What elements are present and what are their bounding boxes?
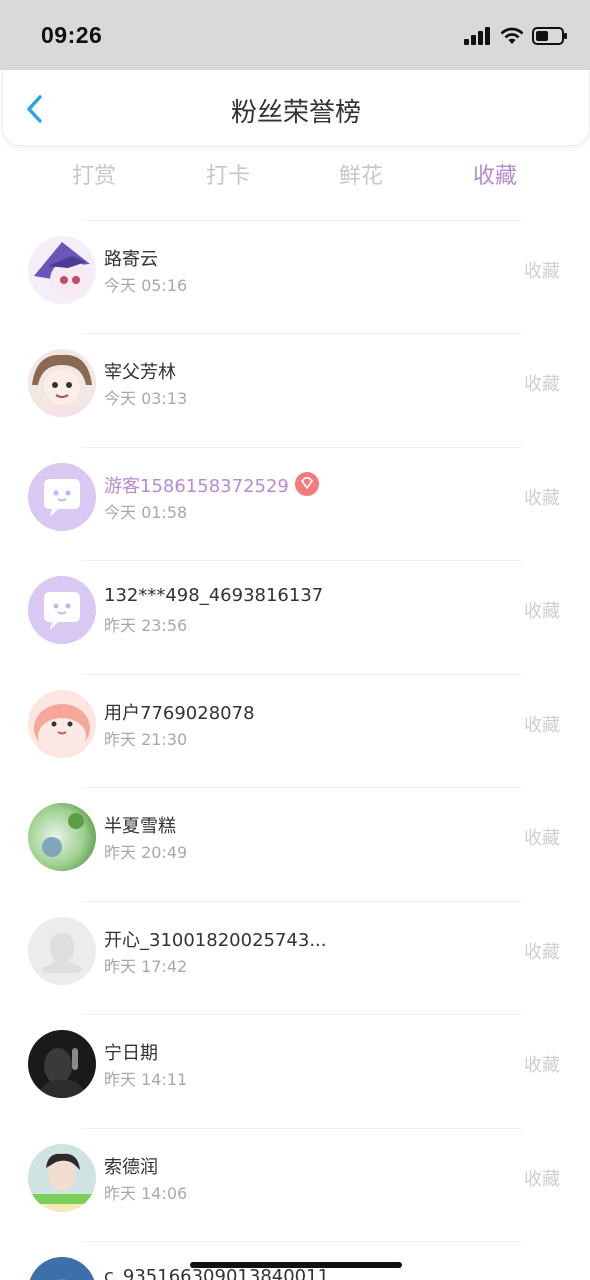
avatar[interactable] (28, 349, 96, 417)
avatar[interactable] (28, 576, 96, 644)
list-item[interactable]: 游客1586158372529 今天 01:58 收藏 (0, 447, 590, 560)
avatar[interactable] (28, 803, 96, 871)
avatar[interactable] (28, 917, 96, 985)
action-label: 收藏 (524, 828, 560, 849)
avatar[interactable] (28, 463, 96, 531)
fan-time: 今天 03:13 (104, 389, 188, 408)
fan-name: 半夏雪糕 (104, 816, 176, 837)
list-item[interactable]: 半夏雪糕 昨天 20:49 收藏 (0, 787, 590, 900)
battery-icon (532, 27, 567, 45)
avatar[interactable] (28, 1144, 96, 1212)
fan-time: 昨天 14:11 (104, 1070, 188, 1089)
fan-name: c_935166309013840011 (104, 1266, 330, 1280)
list-item[interactable]: 宁日期 昨天 14:11 收藏 (0, 1014, 590, 1127)
fan-time: 昨天 23:56 (104, 616, 188, 635)
fan-time: 昨天 17:42 (104, 957, 188, 976)
fan-time: 今天 01:58 (104, 503, 188, 522)
signal-icon (464, 27, 490, 45)
list-item[interactable]: 宰父芳林 今天 03:13 收藏 (0, 333, 590, 446)
fan-name: 宁日期 (104, 1043, 158, 1064)
fan-time: 昨天 21:30 (104, 730, 188, 749)
nav-bar: 粉丝荣誉榜 (2, 70, 590, 146)
status-bar: 09:26 (0, 0, 590, 70)
avatar[interactable] (28, 1257, 96, 1280)
fan-name: 开心_31001820025743... (104, 930, 327, 951)
avatar[interactable] (28, 236, 96, 304)
tab-flowers[interactable]: 鲜花 (321, 158, 401, 190)
diamond-badge-icon (294, 472, 319, 496)
tab-bar: 打赏 打卡 鲜花 收藏 (0, 150, 590, 200)
status-time: 09:26 (41, 22, 103, 48)
fan-name: 游客1586158372529 (104, 472, 319, 498)
fan-name: 用户7769028078 (104, 703, 255, 724)
fan-name: 宰父芳林 (104, 362, 176, 383)
fan-time: 昨天 14:06 (104, 1184, 188, 1203)
action-label: 收藏 (524, 488, 560, 509)
list-item[interactable]: 路寄云 今天 05:16 收藏 (0, 220, 590, 333)
fan-name-text: 游客1586158372529 (104, 476, 289, 497)
avatar[interactable] (28, 1030, 96, 1098)
action-label: 收藏 (524, 942, 560, 963)
fan-name: 路寄云 (104, 249, 158, 270)
page-title: 粉丝荣誉榜 (230, 98, 361, 128)
status-icons (464, 24, 568, 48)
fan-name: 索德润 (104, 1157, 158, 1178)
action-label: 收藏 (524, 374, 560, 395)
list-item[interactable]: c_935166309013840011 (0, 1241, 590, 1280)
wifi-icon (500, 27, 524, 44)
action-label: 收藏 (524, 715, 560, 736)
action-label: 收藏 (524, 1055, 560, 1076)
list-item[interactable]: 132***498_4693816137 昨天 23:56 收藏 (0, 560, 590, 673)
tab-reward[interactable]: 打赏 (54, 158, 134, 190)
fan-time: 昨天 20:49 (104, 843, 188, 862)
tab-favorites[interactable]: 收藏 (455, 158, 535, 190)
action-label: 收藏 (524, 601, 560, 622)
home-indicator (190, 1262, 402, 1268)
avatar[interactable] (28, 690, 96, 758)
tab-checkin[interactable]: 打卡 (188, 158, 268, 190)
list-item[interactable]: 开心_31001820025743... 昨天 17:42 收藏 (0, 901, 590, 1014)
fan-time: 今天 05:16 (104, 276, 188, 295)
action-label: 收藏 (524, 1169, 560, 1190)
list-item[interactable]: 用户7769028078 昨天 21:30 收藏 (0, 674, 590, 787)
fan-name: 132***498_4693816137 (104, 585, 324, 606)
action-label: 收藏 (524, 261, 560, 282)
list-item[interactable]: 索德润 昨天 14:06 收藏 (0, 1128, 590, 1241)
